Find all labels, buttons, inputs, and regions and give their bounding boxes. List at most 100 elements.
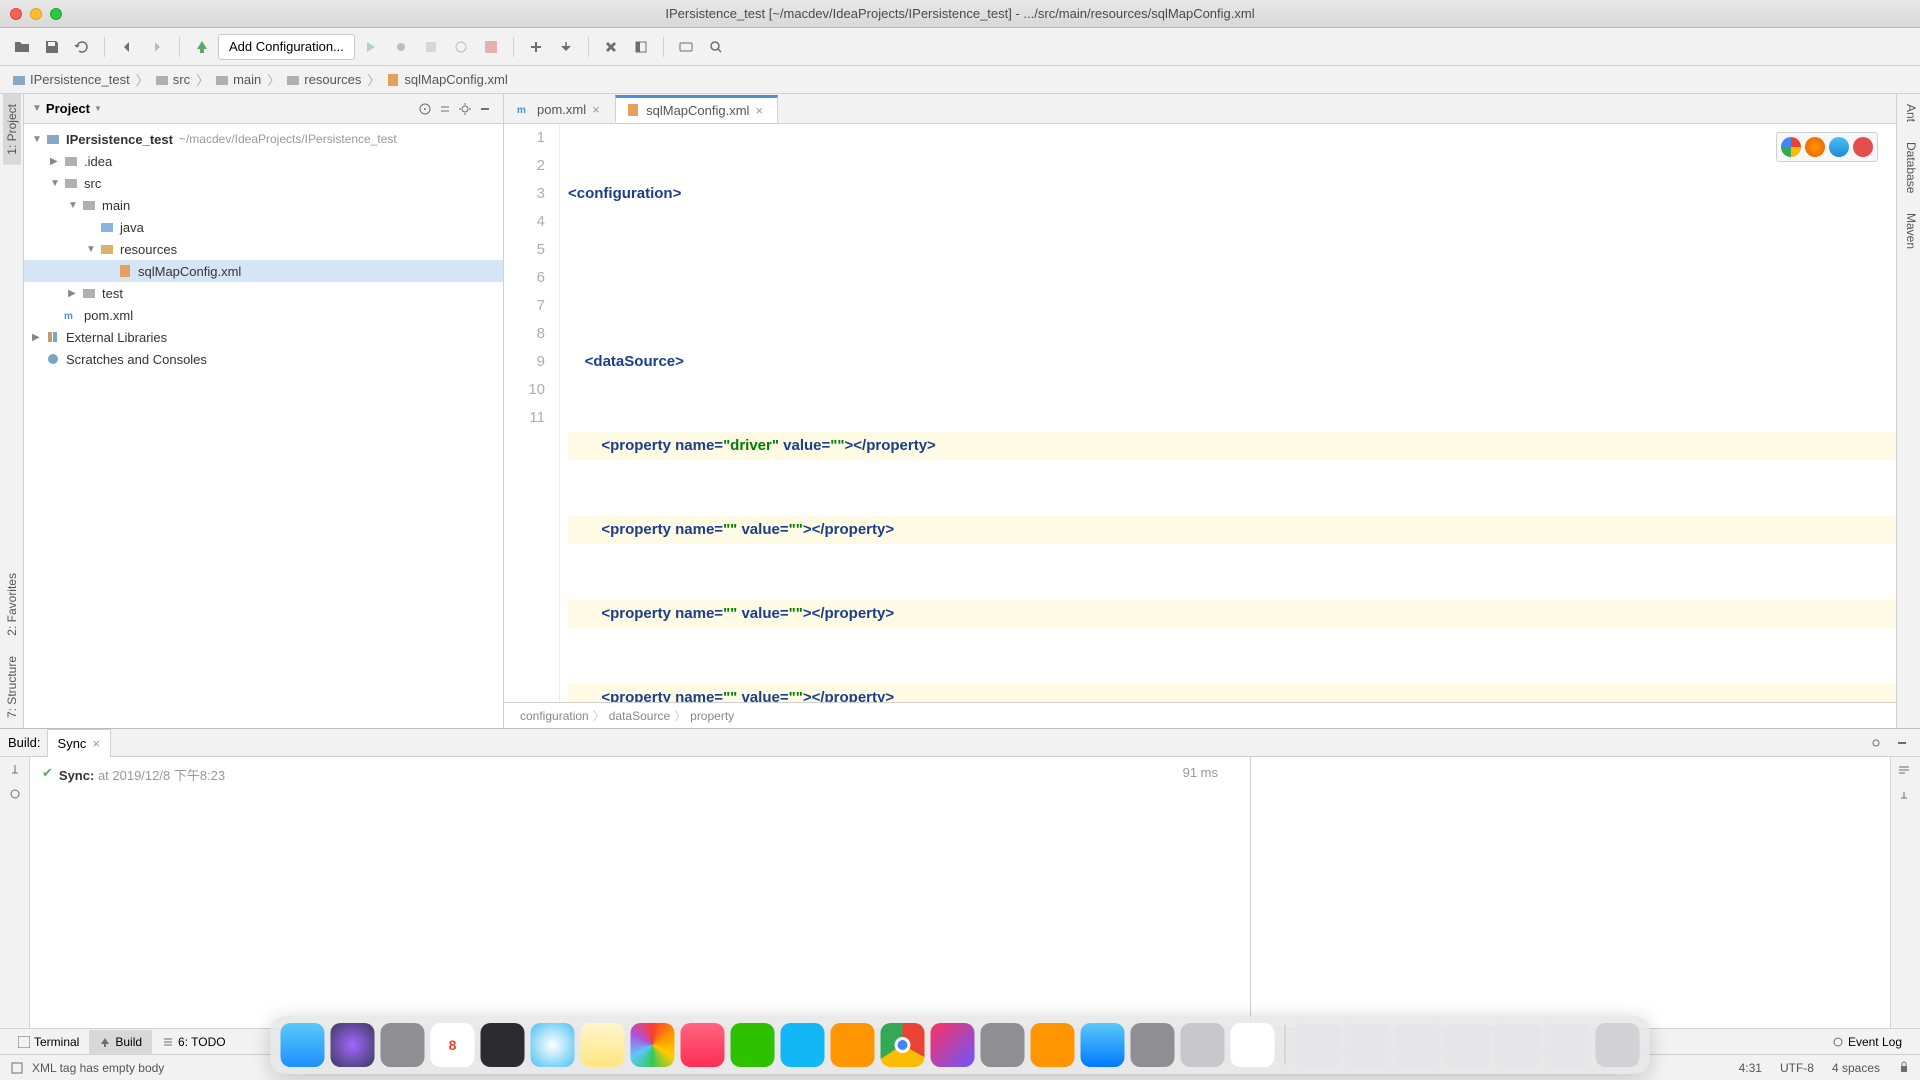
refresh-icon[interactable] [68, 33, 96, 61]
dock-app3[interactable] [1031, 1023, 1075, 1067]
dock-settings[interactable] [1131, 1023, 1175, 1067]
dock-folder3[interactable] [1396, 1023, 1440, 1067]
project-structure-icon[interactable] [627, 33, 655, 61]
chrome-icon[interactable] [1781, 137, 1801, 157]
tree-main[interactable]: ▼main [24, 194, 503, 216]
dock-chrome[interactable] [881, 1023, 925, 1067]
safari-icon[interactable] [1829, 137, 1849, 157]
run-configuration-combo[interactable]: Add Configuration... [218, 34, 355, 60]
project-tree[interactable]: ▼IPersistence_test~/macdev/IdeaProjects/… [24, 124, 503, 728]
dock-terminal[interactable] [481, 1023, 525, 1067]
dock-safari[interactable] [531, 1023, 575, 1067]
bc-configuration[interactable]: configuration [516, 709, 593, 723]
dock-music[interactable] [681, 1023, 725, 1067]
tree-test[interactable]: ▶test [24, 282, 503, 304]
project-view-title[interactable]: Project [46, 101, 90, 116]
tree-pom[interactable]: mpom.xml [24, 304, 503, 326]
dock-wechat[interactable] [731, 1023, 775, 1067]
soft-wrap-icon[interactable] [1891, 757, 1920, 783]
dock-qq[interactable] [781, 1023, 825, 1067]
locate-icon[interactable] [415, 99, 435, 119]
dock-folder1[interactable] [1296, 1023, 1340, 1067]
dock-notes[interactable] [581, 1023, 625, 1067]
tree-file-sqlmap[interactable]: sqlMapConfig.xml [24, 260, 503, 282]
minimize-tool-icon[interactable] [475, 99, 495, 119]
bc-datasource[interactable]: dataSource [605, 709, 674, 723]
dock-folder4[interactable] [1446, 1023, 1490, 1067]
dock-launchpad[interactable] [381, 1023, 425, 1067]
status-lock-icon[interactable] [1898, 1061, 1910, 1075]
dock-folder2[interactable] [1346, 1023, 1390, 1067]
dock-trash[interactable] [1596, 1023, 1640, 1067]
status-encoding[interactable]: UTF-8 [1780, 1061, 1814, 1075]
tree-scratches[interactable]: Scratches and Consoles [24, 348, 503, 370]
bc-property[interactable]: property [686, 709, 738, 723]
close-window-button[interactable] [10, 8, 22, 20]
tree-root[interactable]: ▼IPersistence_test~/macdev/IdeaProjects/… [24, 128, 503, 150]
tree-resources[interactable]: ▼resources [24, 238, 503, 260]
editor-body[interactable]: 1234567891011 <configuration> <dataSourc… [504, 124, 1896, 702]
sidebar-tab-structure[interactable]: 7: Structure [3, 646, 21, 728]
open-icon[interactable] [8, 33, 36, 61]
sidebar-tab-ant[interactable]: Ant [1897, 94, 1920, 132]
sidebar-tab-maven[interactable]: Maven [1897, 203, 1920, 259]
right-tool-stripe: Ant Database Maven [1896, 94, 1920, 728]
vcs-update-icon[interactable] [552, 33, 580, 61]
run-anything-icon[interactable] [672, 33, 700, 61]
close-icon[interactable]: × [92, 736, 100, 751]
search-icon[interactable] [702, 33, 730, 61]
nav-project[interactable]: IPersistence_test [8, 72, 134, 87]
tab-pom[interactable]: mpom.xml× [506, 95, 615, 123]
dock-photos[interactable] [631, 1023, 675, 1067]
code-area[interactable]: <configuration> <dataSource> <property n… [560, 124, 1896, 702]
bottom-tab-todo[interactable]: 6: TODO [152, 1030, 236, 1054]
sidebar-tab-database[interactable]: Database [1897, 132, 1920, 203]
zoom-window-button[interactable] [50, 8, 62, 20]
vcs-icon[interactable] [522, 33, 550, 61]
nav-src[interactable]: src [151, 72, 194, 87]
dock-siri[interactable] [331, 1023, 375, 1067]
save-icon[interactable] [38, 33, 66, 61]
firefox-icon[interactable] [1805, 137, 1825, 157]
bottom-tab-event-log[interactable]: Event Log [1822, 1030, 1912, 1054]
nav-main[interactable]: main [211, 72, 265, 87]
opera-icon[interactable] [1853, 137, 1873, 157]
tree-external-libraries[interactable]: ▶External Libraries [24, 326, 503, 348]
bottom-tab-build[interactable]: Build [89, 1030, 152, 1054]
minimize-tool-icon[interactable] [1892, 733, 1912, 753]
dock-app5[interactable] [1231, 1023, 1275, 1067]
status-position[interactable]: 4:31 [1739, 1061, 1762, 1075]
build-icon[interactable] [188, 33, 216, 61]
pin-icon[interactable] [8, 763, 22, 777]
dock-appstore[interactable] [1081, 1023, 1125, 1067]
build-sync-tab[interactable]: Sync× [47, 729, 112, 757]
close-tab-icon[interactable]: × [592, 102, 604, 117]
back-button[interactable] [113, 33, 141, 61]
gear-icon[interactable] [1866, 733, 1886, 753]
nav-resources[interactable]: resources [282, 72, 365, 87]
gear-icon[interactable] [455, 99, 475, 119]
tree-src[interactable]: ▼src [24, 172, 503, 194]
dock-intellij[interactable] [931, 1023, 975, 1067]
dock-app4[interactable] [1181, 1023, 1225, 1067]
tab-sqlmap[interactable]: sqlMapConfig.xml× [615, 95, 778, 123]
scroll-to-end-icon[interactable] [1891, 783, 1920, 809]
dock-folder5[interactable] [1496, 1023, 1540, 1067]
settings-icon[interactable] [597, 33, 625, 61]
dock-app2[interactable] [981, 1023, 1025, 1067]
tree-java[interactable]: java [24, 216, 503, 238]
dock-app1[interactable] [831, 1023, 875, 1067]
dock-calendar[interactable]: 8 [431, 1023, 475, 1067]
tree-idea[interactable]: ▶.idea [24, 150, 503, 172]
filter-icon[interactable] [8, 787, 22, 801]
expand-all-icon[interactable] [435, 99, 455, 119]
status-indent[interactable]: 4 spaces [1832, 1061, 1880, 1075]
bottom-tab-terminal[interactable]: Terminal [8, 1030, 89, 1054]
minimize-window-button[interactable] [30, 8, 42, 20]
sidebar-tab-project[interactable]: 1: Project [3, 94, 21, 165]
nav-file[interactable]: sqlMapConfig.xml [382, 72, 511, 87]
close-tab-icon[interactable]: × [755, 103, 767, 118]
sidebar-tab-favorites[interactable]: 2: Favorites [3, 563, 21, 646]
dock-finder[interactable] [281, 1023, 325, 1067]
dock-folder6[interactable] [1546, 1023, 1590, 1067]
